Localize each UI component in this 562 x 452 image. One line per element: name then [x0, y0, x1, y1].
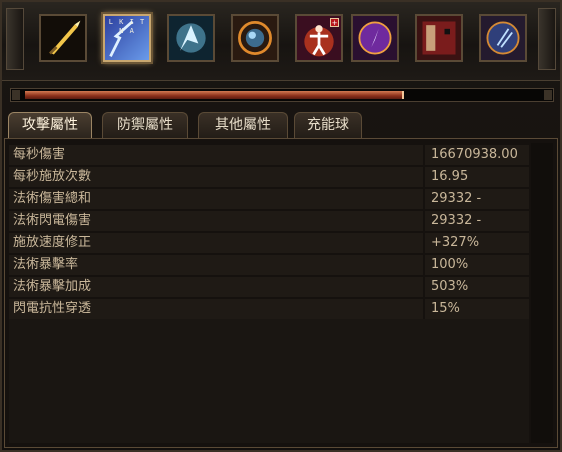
progress-cap-right — [544, 90, 552, 100]
stat-row: 法術閃電傷害 29332 - 361736 — [9, 211, 529, 248]
sword-skill-icon — [41, 16, 85, 60]
skill-bar-left-ornament — [6, 8, 24, 70]
skill-slot-1[interactable] — [39, 14, 87, 62]
tab-attack-stats[interactable]: 攻擊屬性 — [8, 112, 92, 138]
stat-label: 法術閃電傷害 — [13, 213, 92, 228]
stat-label: 法術暴擊率 — [13, 257, 79, 272]
stat-label: 法術傷害總和 — [13, 191, 92, 206]
skill-slot-5[interactable]: + — [295, 14, 343, 62]
stat-value: 16670938.00 — [431, 147, 518, 162]
stat-value: +327% — [431, 235, 480, 250]
skill-progress-bar — [10, 88, 554, 102]
storm-skill-icon — [481, 16, 525, 60]
stat-label: 施放速度修正 — [13, 235, 92, 250]
skill-bar-right-ornament — [538, 8, 556, 70]
stat-label: 閃電抗性穿透 — [13, 301, 92, 316]
tab-other-stats[interactable]: 其他屬性 — [198, 112, 288, 138]
arcane-skill-icon — [353, 16, 397, 60]
skill-slot-8[interactable] — [479, 14, 527, 62]
stat-row: 每秒施放次數 16.95 — [9, 167, 529, 188]
skill-stats-window: L K I T N A + 攻擊屬性 防禦屬性 其他屬性 充能球 每秒傷害 16… — [0, 0, 562, 452]
stats-scroll-track[interactable] — [531, 143, 553, 443]
rune-letters: L K I T N A — [108, 18, 146, 35]
skill-slot-2-selected[interactable]: L K I T N A — [103, 14, 151, 62]
tab-defense-stats[interactable]: 防禦屬性 — [102, 112, 188, 138]
progress-cap-left — [12, 90, 20, 100]
stats-empty-area — [9, 319, 529, 443]
stat-row: 施放速度修正 +327% — [9, 233, 529, 254]
skill-bar: L K I T N A + — [2, 2, 560, 81]
stat-row: 法術暴擊加成 503% — [9, 277, 529, 298]
skill-slot-4[interactable] — [231, 14, 279, 62]
mask-skill-icon — [417, 16, 461, 60]
stat-row: 每秒傷害 16670938.00 — [9, 145, 529, 166]
stat-label: 每秒傷害 — [13, 147, 66, 162]
orb-skill-icon — [233, 16, 277, 60]
stat-value: 503% — [431, 279, 469, 294]
stat-label: 每秒施放次數 — [13, 169, 92, 184]
stat-row: 法術暴擊率 100% — [9, 255, 529, 276]
skill-slot-7[interactable] — [415, 14, 463, 62]
progress-fill — [25, 91, 404, 99]
frost-skill-icon — [169, 16, 213, 60]
stat-value: 100% — [431, 257, 469, 272]
tab-charge-orbs[interactable]: 充能球 — [294, 112, 362, 138]
stats-panel: 每秒傷害 16670938.00 每秒施放次數 16.95 法術傷害總和 293… — [4, 138, 558, 448]
stat-row: 閃電抗性穿透 15% — [9, 299, 529, 320]
stat-row: 法術傷害總和 29332 - 361736 — [9, 189, 529, 226]
stat-value: 16.95 — [431, 169, 469, 184]
stat-label: 法術暴擊加成 — [13, 279, 92, 294]
skill-slot-6[interactable] — [351, 14, 399, 62]
stat-value: 15% — [431, 301, 460, 316]
skill-slot-5-badge: + — [330, 18, 339, 27]
skill-slot-3[interactable] — [167, 14, 215, 62]
